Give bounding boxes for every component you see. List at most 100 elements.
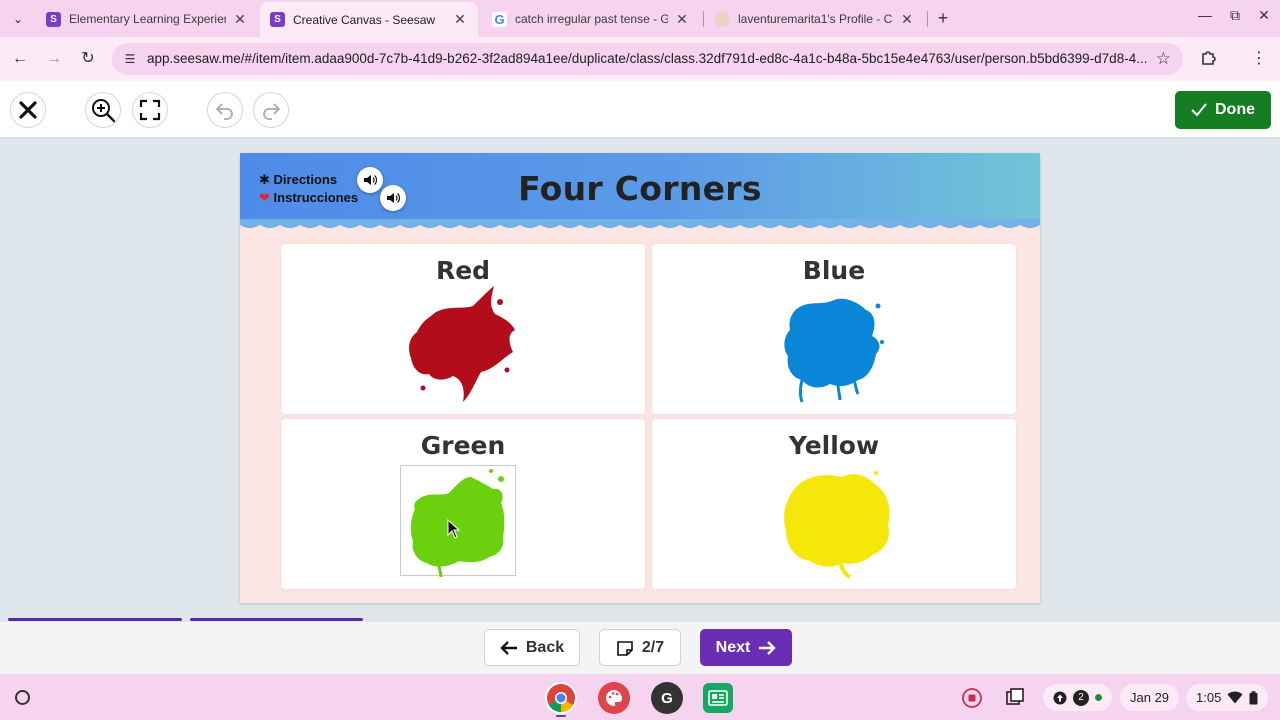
- progress-segment[interactable]: [1098, 618, 1272, 621]
- notification-count-badge: 2: [1073, 689, 1089, 706]
- time-text: 1:05: [1196, 690, 1222, 705]
- restore-icon[interactable]: ⧉: [1224, 7, 1246, 29]
- fullscreen-button[interactable]: [132, 92, 168, 128]
- address-bar[interactable]: ☰ app.seesaw.me/#/item/item.adaa900d-7c7…: [112, 43, 1183, 75]
- redo-button[interactable]: [253, 92, 289, 128]
- record-stop-icon: [962, 687, 982, 708]
- tab-search-chevron-icon[interactable]: ⌄: [6, 8, 30, 30]
- pagination-bar: Back 2/7 Next: [0, 622, 1280, 674]
- tab-title: laventuremarita1's Profile - Co: [738, 12, 893, 26]
- slide-header-banner: ✱ Directions ❤ Instrucciones Four Corner…: [240, 153, 1040, 225]
- chrome-icon[interactable]: [545, 682, 577, 714]
- page-indicator-button[interactable]: 2/7: [599, 629, 681, 666]
- red-paint-splat: [409, 286, 515, 402]
- back-arrow-icon[interactable]: ←: [9, 48, 31, 70]
- instructions-text: Instrucciones: [273, 190, 359, 205]
- yellow-paint-splat: [784, 471, 890, 579]
- back-label: Back: [525, 638, 565, 656]
- zoom-in-icon: [92, 99, 116, 123]
- holding-space-icon: [1006, 687, 1024, 705]
- tab-creative-canvas[interactable]: S Creative Canvas - Seesaw ✕: [260, 2, 478, 37]
- speaker-icon: [364, 175, 377, 185]
- back-button[interactable]: Back: [484, 629, 580, 666]
- tab-separator: [927, 11, 928, 27]
- undo-button[interactable]: [207, 92, 243, 128]
- tab-profile[interactable]: laventuremarita1's Profile - Co ✕: [705, 4, 925, 34]
- next-button[interactable]: Next: [700, 629, 792, 666]
- next-label: Next: [715, 638, 751, 656]
- classroom-icon[interactable]: [703, 683, 733, 713]
- os-shelf: G 2 Jan 29 1:05: [0, 674, 1280, 720]
- account-g-icon[interactable]: G: [651, 682, 683, 714]
- clipboard-history-button[interactable]: [1005, 684, 1025, 711]
- corner-label: Yellow: [788, 431, 880, 460]
- zoom-in-button[interactable]: [85, 92, 121, 128]
- done-button[interactable]: Done: [1175, 91, 1271, 129]
- progress-segment[interactable]: [371, 618, 546, 621]
- canvas-workspace: ✱ Directions ❤ Instrucciones Four Corner…: [0, 139, 1280, 615]
- progress-segment[interactable]: [734, 618, 909, 621]
- seesaw-icon: S: [46, 11, 61, 27]
- close-icon[interactable]: ✕: [452, 11, 468, 28]
- new-tab-plus-icon[interactable]: +: [932, 8, 954, 30]
- forward-arrow-icon[interactable]: →: [43, 48, 65, 70]
- date-text: Jan 29: [1130, 690, 1170, 705]
- activity-slide: ✱ Directions ❤ Instrucciones Four Corner…: [240, 153, 1040, 603]
- close-icon[interactable]: ✕: [232, 11, 248, 28]
- tab-title: Elementary Learning Experienc: [69, 12, 226, 26]
- wave-border: [240, 219, 1040, 228]
- directions-audio-button[interactable]: [357, 167, 383, 193]
- reload-icon[interactable]: ↻: [77, 48, 99, 70]
- date-tray[interactable]: Jan 29: [1120, 684, 1180, 711]
- minimize-icon[interactable]: —: [1194, 7, 1216, 29]
- close-icon[interactable]: ✕: [674, 11, 690, 28]
- tab-separator: [703, 11, 704, 27]
- progress-segment[interactable]: [916, 618, 1091, 621]
- canvas-toolbar: Done: [0, 81, 1280, 138]
- window-close-icon[interactable]: ✕: [1253, 7, 1275, 29]
- status-tray[interactable]: 1:05: [1186, 684, 1269, 711]
- google-icon: G: [492, 11, 507, 27]
- corner-card-red[interactable]: Red: [281, 244, 645, 414]
- close-icon[interactable]: ✕: [899, 11, 915, 28]
- update-arrow-icon: [1053, 691, 1067, 704]
- close-canvas-button[interactable]: [10, 92, 46, 128]
- browser-tab-strip: ⌄ S Elementary Learning Experienc ✕ S Cr…: [0, 0, 1280, 37]
- corner-label: Blue: [802, 256, 866, 285]
- redo-icon: [263, 103, 281, 120]
- extensions-puzzle-icon[interactable]: [1198, 48, 1220, 70]
- profile-icon: [715, 11, 730, 27]
- close-icon: [19, 101, 37, 119]
- notification-tray[interactable]: 2: [1043, 684, 1112, 711]
- tab-google-search[interactable]: G catch irregular past tense - Goo ✕: [482, 4, 700, 34]
- directions-text: Directions: [273, 172, 338, 187]
- tab-title: catch irregular past tense - Goo: [515, 12, 668, 26]
- launcher-circle-icon[interactable]: [15, 690, 30, 705]
- progress-segment[interactable]: [189, 618, 364, 621]
- tab-title: Creative Canvas - Seesaw: [293, 12, 436, 27]
- instructions-audio-button[interactable]: [380, 185, 406, 211]
- corner-card-green[interactable]: Green: [281, 419, 645, 589]
- undo-icon: [215, 103, 233, 120]
- site-settings-icon[interactable]: ☰: [122, 51, 138, 67]
- speaker-icon: [387, 193, 400, 203]
- url-text[interactable]: app.seesaw.me/#/item/item.adaa900d-7c7b-…: [147, 51, 1147, 66]
- wifi-icon: [1227, 691, 1243, 704]
- blue-paint-splat: [784, 298, 884, 403]
- instructions-label: ❤ Instrucciones: [259, 190, 358, 206]
- screen-record-button[interactable]: [961, 684, 983, 711]
- corner-card-blue[interactable]: Blue: [652, 244, 1016, 414]
- page-icon: [617, 640, 633, 656]
- browser-menu-icon[interactable]: ⋮: [1248, 48, 1270, 70]
- done-label: Done: [1215, 101, 1255, 118]
- heart-icon: ❤: [259, 190, 270, 205]
- bookmark-star-icon[interactable]: ☆: [1156, 49, 1171, 69]
- progress-segment[interactable]: [8, 618, 182, 621]
- corner-card-yellow[interactable]: Yellow: [652, 419, 1016, 589]
- corner-label: Green: [420, 431, 506, 460]
- tab-elementary-learning[interactable]: S Elementary Learning Experienc ✕: [36, 4, 258, 34]
- canvas-icon[interactable]: [598, 682, 630, 714]
- asterisk-icon: ✱: [259, 172, 270, 187]
- fullscreen-icon: [139, 99, 161, 121]
- progress-segment[interactable]: [553, 618, 727, 621]
